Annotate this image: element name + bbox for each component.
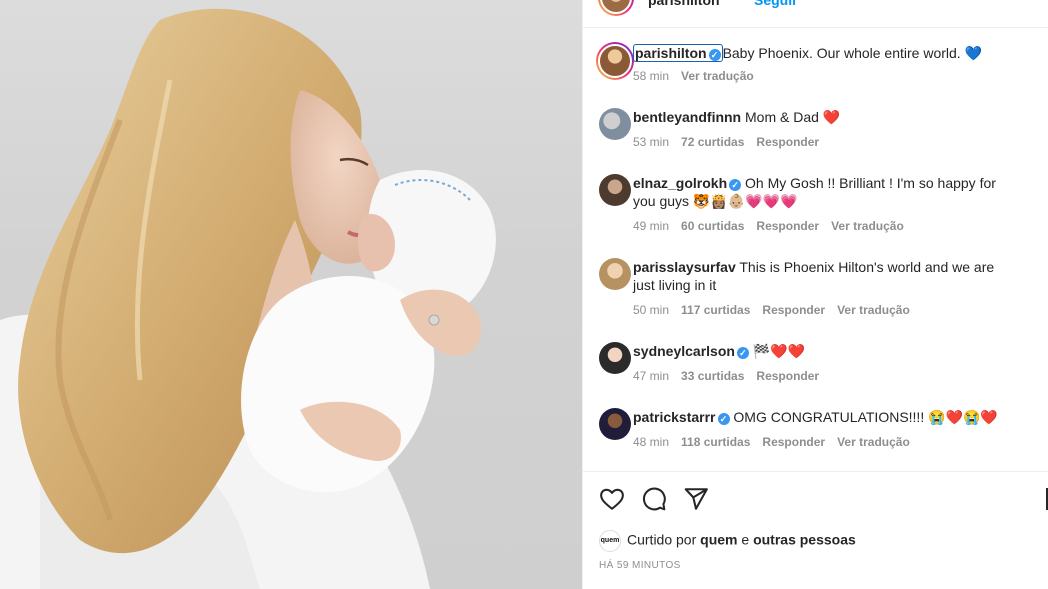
reply-button[interactable]: Responder	[762, 435, 825, 449]
caption-translate-link[interactable]: Ver tradução	[681, 69, 754, 83]
reply-button[interactable]: Responder	[756, 135, 819, 149]
comment-text: Mom & Dad ❤️	[745, 109, 841, 125]
comment-text-block: elnaz_golrokh ✓ Oh My Gosh !! Brilliant !…	[633, 174, 1013, 210]
verified-icon: ✓	[708, 49, 721, 61]
translate-link[interactable]: Ver tradução	[831, 219, 904, 233]
comment-meta: 49 min 60 curtidas Responder Ver tradução	[633, 219, 916, 233]
heart-icon[interactable]	[599, 486, 625, 512]
liked-by-user[interactable]: quem	[700, 532, 737, 548]
comment-username[interactable]: parisslaysurfav	[633, 259, 736, 275]
verified-icon: ✓	[729, 179, 742, 191]
post-photo[interactable]	[0, 0, 582, 589]
comment-time[interactable]: 53 min	[633, 135, 669, 149]
instagram-post-view: parishilton Seguir parishilton ✓ Baby Phoe…	[0, 0, 1048, 589]
comment-meta: 47 min 33 curtidas Responder	[633, 369, 831, 383]
comment-avatar[interactable]	[599, 342, 631, 374]
comment-time[interactable]: 48 min	[633, 435, 669, 449]
liked-by-connector: e	[741, 531, 750, 548]
comment-avatar[interactable]	[599, 258, 631, 290]
liked-by-line: quem Curtido por quem e outras pessoas	[599, 530, 856, 552]
reply-button[interactable]: Responder	[756, 369, 819, 383]
photo-illustration	[0, 8, 496, 589]
comment-username[interactable]: bentleyandfinnn	[633, 109, 741, 125]
comment-likes[interactable]: 118 curtidas	[681, 435, 750, 449]
comment-time[interactable]: 50 min	[633, 303, 669, 317]
comment-likes[interactable]: 60 curtidas	[681, 219, 744, 233]
comment-likes[interactable]: 33 curtidas	[681, 369, 744, 383]
caption-time[interactable]: 58 min	[633, 69, 669, 83]
comment-time[interactable]: 47 min	[633, 369, 669, 383]
comment-avatar[interactable]	[599, 174, 631, 206]
follow-button[interactable]: Seguir	[754, 0, 798, 8]
caption-text: Baby Phoenix. Our whole entire world. 💙	[722, 45, 983, 61]
reply-button[interactable]: Responder	[762, 303, 825, 317]
comment-username[interactable]: patrickstarrr ✓	[633, 409, 730, 425]
comment-text-block: bentleyandfinnn Mom & Dad ❤️	[633, 108, 1013, 126]
comment-meta: 48 min 118 curtidas Responder Ver tradução	[633, 435, 922, 449]
action-icon-row	[599, 486, 709, 512]
comment-likes[interactable]: 72 curtidas	[681, 135, 744, 149]
comment-meta: 53 min 72 curtidas Responder	[633, 135, 831, 149]
post-header: parishilton Seguir	[583, 0, 1048, 28]
comment-text-block: sydneylcarlson ✓ 🏁❤️❤️	[633, 342, 1013, 360]
comment-text-block: patrickstarrr ✓ OMG CONGRATULATIONS!!!! 😭…	[633, 408, 1013, 426]
caption-meta: 58 min Ver tradução	[633, 69, 766, 83]
comment-icon[interactable]	[641, 486, 667, 512]
comment-meta: 50 min 117 curtidas Responder Ver tradução	[633, 303, 922, 317]
comment-text-block: parisslaysurfav This is Phoenix Hilton's…	[633, 258, 1013, 294]
reply-button[interactable]: Responder	[756, 219, 819, 233]
translate-link[interactable]: Ver tradução	[837, 303, 910, 317]
post-actions: quem Curtido por quem e outras pessoas HÁ…	[583, 471, 1048, 589]
post-timestamp[interactable]: HÁ 59 MINUTOS	[599, 560, 681, 571]
share-icon[interactable]	[683, 486, 709, 512]
comment-avatar[interactable]	[599, 108, 631, 140]
caption-username[interactable]: parishilton ✓	[633, 44, 723, 62]
verified-icon: ✓	[717, 413, 730, 425]
comment-likes[interactable]: 117 curtidas	[681, 303, 750, 317]
liked-by-others[interactable]: outras pessoas	[753, 532, 856, 548]
caption-text-block: parishilton ✓ Baby Phoenix. Our whole enti…	[633, 44, 1013, 62]
verified-icon: ✓	[736, 347, 749, 359]
header-avatar[interactable]	[598, 0, 634, 16]
comment-time[interactable]: 49 min	[633, 219, 669, 233]
comment-username[interactable]: sydneylcarlson ✓	[633, 343, 749, 359]
comment-text: 🏁❤️❤️	[752, 343, 806, 359]
comment-text: OMG CONGRATULATIONS!!!! 😭❤️😭❤️	[733, 409, 998, 425]
post-sidebar: parishilton Seguir parishilton ✓ Baby Phoe…	[582, 0, 1048, 589]
comment-avatar[interactable]	[599, 408, 631, 440]
liked-by-prefix: Curtido por	[627, 531, 697, 548]
header-username[interactable]: parishilton	[648, 0, 720, 8]
caption-avatar[interactable]	[596, 42, 634, 80]
comment-username[interactable]: elnaz_golrokh ✓	[633, 175, 742, 191]
translate-link[interactable]: Ver tradução	[837, 435, 910, 449]
liked-by-avatar[interactable]: quem	[599, 530, 621, 552]
